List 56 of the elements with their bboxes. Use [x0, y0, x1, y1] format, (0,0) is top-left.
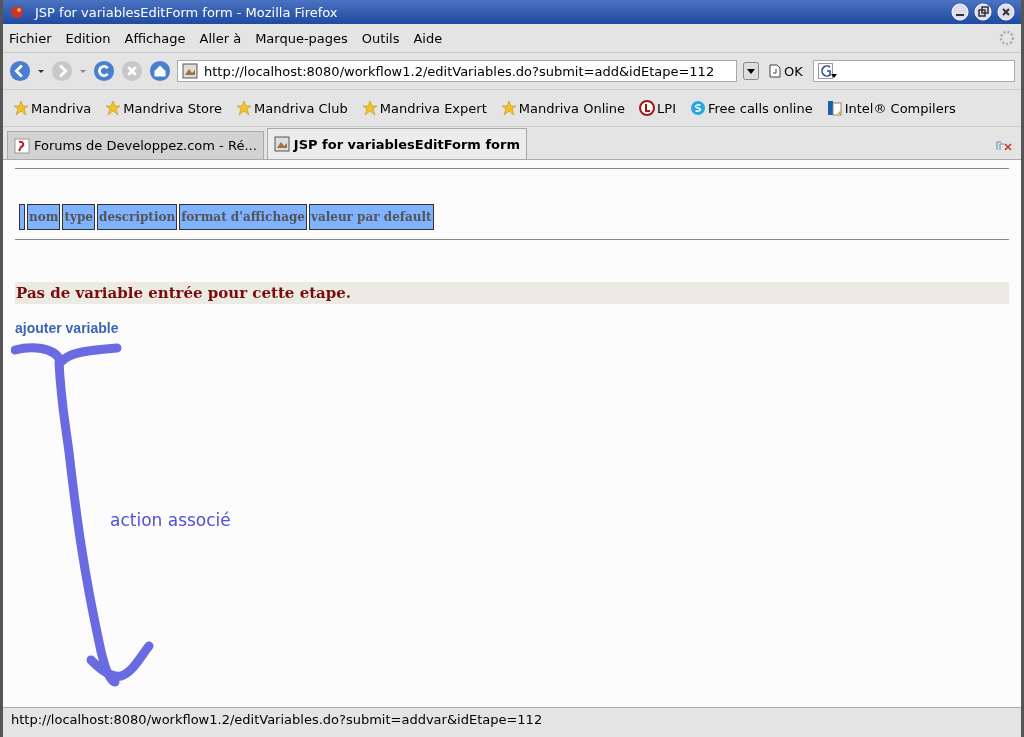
back-icon[interactable]: [9, 60, 31, 82]
bookmark-link[interactable]: Mandriva Online: [500, 100, 626, 116]
star-icon: [500, 100, 517, 116]
star-icon: [236, 100, 253, 116]
empty-header-cell: [19, 204, 25, 230]
star-icon: [105, 100, 122, 116]
search-engine-icon: [817, 63, 838, 79]
go-button[interactable]: OK: [765, 63, 807, 79]
document-icon: [826, 100, 843, 116]
column-header: nom: [27, 204, 61, 230]
home-icon[interactable]: [149, 60, 171, 82]
go-icon: [769, 64, 781, 78]
message-banner: Pas de variable entrée pour cette etape.: [15, 282, 1009, 304]
close-tab-icon[interactable]: [995, 139, 1013, 151]
fox-logo-icon: [9, 4, 25, 20]
column-header: type: [62, 204, 95, 230]
bookmark-link[interactable]: Free calls online: [690, 100, 813, 116]
status-text: http://localhost:8080/workflow1.2/editVariables.do?submit=addvar&idEtape=112: [11, 711, 543, 727]
annotation-text: action associé: [110, 510, 231, 530]
page-icon: [273, 136, 290, 152]
search-field[interactable]: [812, 60, 1015, 82]
page-icon: [182, 63, 198, 79]
browser-tab[interactable]: JSP for variablesEditForm form: [266, 128, 527, 159]
window-title: JSP for variablesEditForm form - Mozilla Firefox: [35, 4, 339, 20]
menu-item[interactable]: Outils: [361, 30, 400, 46]
bookmark-link[interactable]: Mandriva Club: [236, 100, 348, 116]
column-header: description: [97, 204, 178, 230]
bookmark-link[interactable]: Mandriva Expert: [361, 100, 487, 116]
url-text: http://localhost:8080/workflow1.2/editVariables.do?submit=add&idEtape=112: [204, 63, 715, 79]
menu-item[interactable]: Affichage: [124, 30, 186, 46]
star-icon: [13, 100, 29, 116]
cloud-logo-icon: [690, 100, 706, 116]
address-field[interactable]: http://localhost:8080/workflow1.2/editVariables.do?submit=add&idEtape=112: [177, 60, 737, 82]
column-header: format d'affichage: [179, 204, 307, 230]
bookmark-link[interactable]: Mandriva: [13, 100, 92, 116]
menu-item[interactable]: Fichier: [9, 30, 52, 46]
throbber-icon: [999, 30, 1015, 46]
menu-item[interactable]: Marque-pages: [255, 30, 348, 46]
bookmark-link[interactable]: Mandriva Store: [105, 100, 223, 116]
bookmark-link[interactable]: LPI: [639, 100, 676, 116]
dropdown-icon[interactable]: [743, 62, 759, 80]
column-header: valeur par default: [308, 204, 434, 230]
close-icon[interactable]: [997, 3, 1015, 21]
bookmark-link[interactable]: Intel® Compilers: [826, 100, 956, 116]
circle-logo-icon: [639, 100, 656, 116]
menu-item[interactable]: Aide: [413, 30, 443, 46]
reload-icon[interactable]: [93, 60, 115, 82]
caret-icon[interactable]: [37, 67, 45, 75]
add-variable-link[interactable]: ajouter variable: [15, 320, 119, 336]
restore-icon[interactable]: [974, 3, 992, 21]
menu-item[interactable]: Aller à: [199, 30, 242, 46]
browser-tab[interactable]: Forums de Developpez.com - Ré...: [7, 131, 264, 159]
star-icon: [361, 100, 378, 116]
menu-item[interactable]: Edition: [65, 30, 111, 46]
page-icon: [14, 137, 30, 154]
minimize-icon[interactable]: [951, 3, 969, 21]
